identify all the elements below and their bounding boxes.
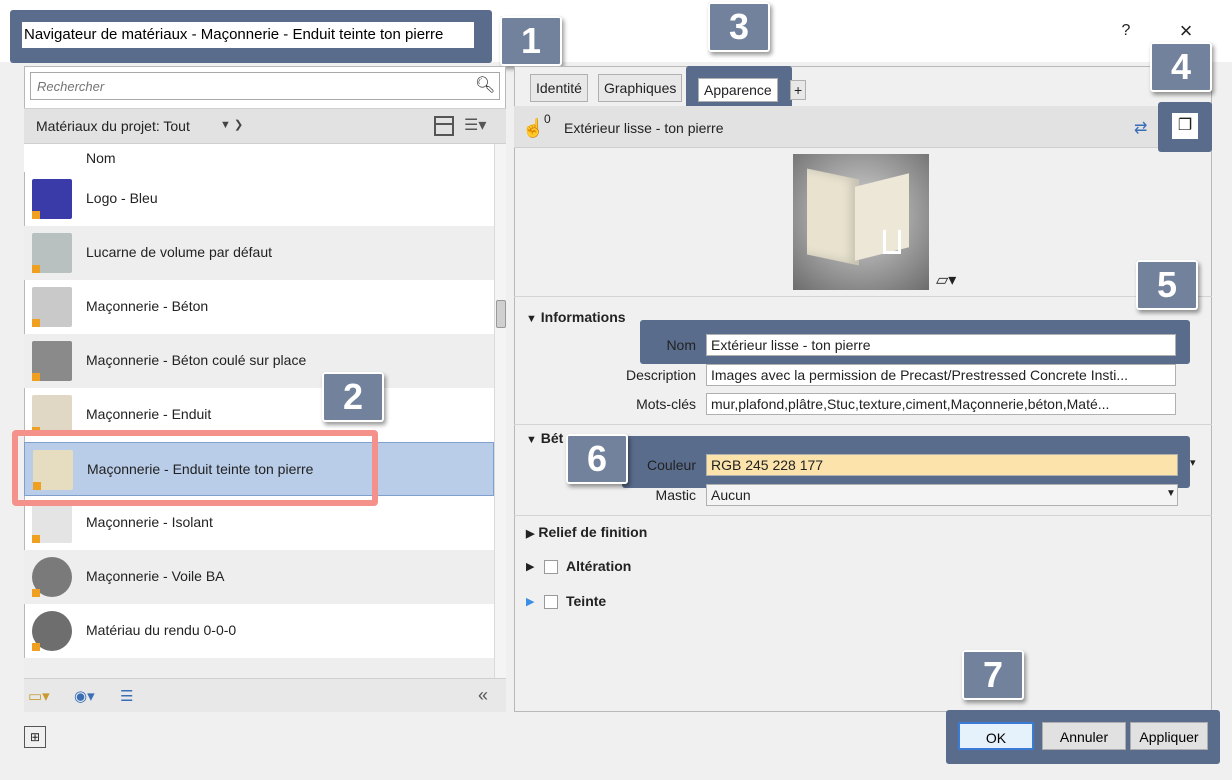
nom-field[interactable]: Extérieur lisse - ton pierre: [706, 334, 1176, 356]
expand-triangle-icon[interactable]: ▼: [526, 313, 537, 325]
section-teinte[interactable]: Teinte: [566, 593, 606, 609]
material-row[interactable]: Logo - Bleu: [24, 172, 494, 226]
keywords-field[interactable]: mur,plafond,plâtre,Stuc,texture,ciment,M…: [706, 393, 1176, 415]
window-title: Navigateur de matériaux - Maçonnerie - E…: [22, 22, 474, 48]
cancel-button[interactable]: Annuler: [1042, 722, 1126, 750]
asset-name: Extérieur lisse - ton pierre: [564, 120, 724, 136]
callout-badge-3: 3: [708, 2, 770, 52]
callout-badge-2: 2: [322, 372, 384, 422]
collapse-triangle-icon[interactable]: ▶: [526, 595, 534, 608]
material-row[interactable]: Maçonnerie - Béton coulé sur place: [24, 334, 494, 388]
apply-button[interactable]: Appliquer: [1130, 722, 1208, 750]
tab-add[interactable]: +: [790, 80, 807, 100]
material-preview-image: [793, 154, 929, 290]
filter-dropdown-icon[interactable]: ▼ ❯: [220, 118, 243, 131]
browser-footer: ▭▾ ◉▾ ☰ «: [24, 678, 506, 712]
asset-browser-icon[interactable]: ☰: [120, 687, 133, 705]
search-icon[interactable]: 🔍︎: [475, 75, 495, 95]
list-scrollbar[interactable]: [494, 144, 506, 678]
warning-icon: [32, 265, 40, 273]
section-beton-label: Bét: [540, 430, 564, 446]
replace-asset-icon[interactable]: ⇄: [1134, 118, 1147, 138]
list-header[interactable]: Nom: [24, 144, 494, 172]
duplicate-asset-icon[interactable]: ❐: [1172, 113, 1198, 139]
search-input[interactable]: [35, 77, 465, 95]
filter-label[interactable]: Matériaux du projet: Tout: [36, 118, 190, 134]
description-field[interactable]: Images avec la permission de Precast/Pre…: [706, 364, 1176, 386]
panel-view-icon[interactable]: [434, 116, 454, 136]
material-row[interactable]: Maçonnerie - Voile BA: [24, 550, 494, 604]
mastic-select[interactable]: Aucun: [706, 484, 1178, 506]
help-button[interactable]: ?: [1116, 22, 1136, 44]
material-row[interactable]: Maçonnerie - Béton: [24, 280, 494, 334]
asset-usage-count: 0: [544, 112, 551, 126]
callout-7-frame: OK Annuler Appliquer: [946, 710, 1220, 764]
callout-badge-7: 7: [962, 650, 1024, 700]
warning-icon: [32, 319, 40, 327]
warning-icon: [32, 211, 40, 219]
warning-icon: [32, 589, 40, 597]
teinte-checkbox[interactable]: [544, 595, 558, 609]
section-beton[interactable]: ▼ Bét: [526, 430, 563, 446]
scrollbar-thumb[interactable]: [496, 300, 506, 328]
asset-header: ☝ 0 Extérieur lisse - ton pierre ⇄: [514, 106, 1212, 148]
couleur-field[interactable]: RGB 245 228 177: [706, 454, 1178, 476]
couleur-dropdown-icon[interactable]: ▾: [1190, 456, 1196, 469]
grid-options-icon[interactable]: ⊞: [24, 726, 46, 748]
divider: [514, 515, 1212, 516]
section-alteration[interactable]: Altération: [566, 558, 631, 574]
warning-icon: [32, 373, 40, 381]
ok-button[interactable]: OK: [958, 722, 1034, 750]
section-relief-label: Relief de finition: [538, 524, 648, 540]
keywords-label: Mots-clés: [636, 396, 696, 412]
collapse-triangle-icon[interactable]: ▶: [526, 528, 534, 540]
hand-icon: ☝: [522, 118, 545, 138]
create-material-icon[interactable]: ◉▾: [74, 687, 95, 705]
material-name: Maçonnerie - Béton: [86, 298, 209, 314]
tab-appearance[interactable]: Apparence: [698, 78, 778, 102]
filter-bar[interactable]: Matériaux du projet: Tout ▼ ❯ ☰▾: [24, 108, 506, 144]
material-name: Lucarne de volume par défaut: [86, 244, 273, 260]
material-name: Maçonnerie - Voile BA: [86, 568, 225, 584]
list-view-icon[interactable]: ☰▾: [464, 115, 486, 135]
preview-options-icon[interactable]: ▱▾: [936, 270, 956, 290]
section-informations-label: Informations: [540, 309, 626, 325]
section-informations[interactable]: ▼ Informations: [526, 309, 626, 325]
collapse-triangle-icon[interactable]: ▶: [526, 560, 534, 573]
tab-graphics[interactable]: Graphiques: [598, 74, 683, 102]
material-row[interactable]: Matériau du rendu 0-0-0: [24, 604, 494, 658]
material-row[interactable]: Lucarne de volume par défaut: [24, 226, 494, 280]
selected-material-highlight: [12, 430, 378, 506]
column-header-name[interactable]: Nom: [86, 150, 116, 166]
callout-4-frame: ❐: [1158, 102, 1212, 152]
warning-icon: [32, 535, 40, 543]
mastic-label: Mastic: [655, 487, 696, 503]
material-row-partial[interactable]: [24, 658, 494, 678]
material-name: Maçonnerie - Enduit: [86, 406, 212, 422]
alteration-checkbox[interactable]: [544, 560, 558, 574]
warning-icon: [32, 643, 40, 651]
library-icon[interactable]: ▭▾: [28, 687, 50, 705]
search-box[interactable]: 🔍︎: [30, 72, 500, 100]
divider: [514, 424, 1212, 425]
callout-badge-1: 1: [500, 16, 562, 66]
section-relief[interactable]: ▶ Relief de finition: [526, 524, 647, 540]
tab-identity[interactable]: Identité: [530, 74, 588, 102]
material-name: Maçonnerie - Béton coulé sur place: [86, 352, 307, 368]
nom-label: Nom: [666, 337, 696, 353]
callout-badge-4: 4: [1150, 42, 1212, 92]
description-label: Description: [625, 367, 696, 383]
material-name: Matériau du rendu 0-0-0: [86, 622, 237, 638]
mastic-dropdown-icon[interactable]: ▼: [1166, 488, 1176, 499]
expand-triangle-icon[interactable]: ▼: [526, 434, 537, 446]
divider: [514, 296, 1212, 297]
preview-chair: [883, 230, 901, 254]
material-name: Logo - Bleu: [86, 190, 158, 206]
material-name: Maçonnerie - Isolant: [86, 514, 213, 530]
callout-badge-5: 5: [1136, 260, 1198, 310]
callout-badge-6: 6: [566, 434, 628, 484]
preview-wall-left: [807, 168, 859, 266]
collapse-panel-icon[interactable]: «: [478, 685, 488, 706]
